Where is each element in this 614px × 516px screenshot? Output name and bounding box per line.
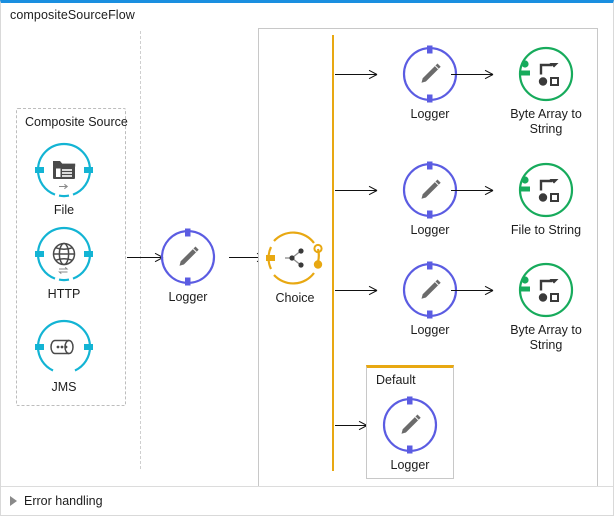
choice-branch-icon xyxy=(266,231,323,285)
choice-ring xyxy=(266,229,324,287)
composite-source-title: Composite Source xyxy=(25,115,128,129)
node-default-logger-label: Logger xyxy=(390,458,430,472)
logger-ring xyxy=(381,396,439,454)
transform-icon xyxy=(518,46,574,102)
arrow-head xyxy=(368,186,377,195)
jms-queue-icon xyxy=(35,319,93,372)
node-main-logger-label: Logger xyxy=(168,290,208,304)
node-http[interactable]: HTTP xyxy=(16,225,112,302)
transform-ring xyxy=(517,161,575,219)
node-transform-1[interactable]: Byte Array to String xyxy=(498,45,594,137)
arrow-head xyxy=(484,70,493,79)
arrow-head xyxy=(484,186,493,195)
arrow-rail-to-logger-1 xyxy=(335,70,377,79)
node-choice-label: Choice xyxy=(275,291,315,305)
transform-ring xyxy=(517,261,575,319)
error-handling-bar[interactable]: Error handling xyxy=(1,486,613,515)
logger-ring xyxy=(159,228,217,286)
http-ring xyxy=(35,225,93,283)
node-main-logger[interactable]: Logger xyxy=(140,228,236,305)
arrow-logger-to-transform-1 xyxy=(451,70,493,79)
node-file[interactable]: File xyxy=(16,141,112,218)
node-choice[interactable]: Choice xyxy=(247,229,343,306)
arrow-rail-to-logger-3 xyxy=(335,286,377,295)
triangle-right-icon[interactable] xyxy=(10,496,17,506)
arrow-head xyxy=(368,70,377,79)
node-transform-3[interactable]: Byte Array to String xyxy=(498,261,594,353)
node-default-logger[interactable]: Logger xyxy=(362,396,458,473)
pencil-icon xyxy=(160,228,216,286)
jms-ring xyxy=(35,318,93,376)
transform-icon xyxy=(518,262,574,318)
node-branch-logger-1-label: Logger xyxy=(410,107,450,121)
node-transform-1-label: Byte Array to String xyxy=(510,107,582,136)
arrow-head xyxy=(368,286,377,295)
arrow-head xyxy=(484,286,493,295)
node-branch-logger-3[interactable]: Logger xyxy=(382,261,478,338)
node-branch-logger-2-label: Logger xyxy=(410,223,450,237)
node-http-label: HTTP xyxy=(47,287,81,301)
default-branch-title: Default xyxy=(376,373,416,387)
file-ring xyxy=(35,141,93,199)
page-title: compositeSourceFlow xyxy=(10,8,135,22)
arrow-logger-to-transform-3 xyxy=(451,286,493,295)
node-transform-2[interactable]: File to String xyxy=(498,161,594,238)
arrow-logger-to-transform-2 xyxy=(451,186,493,195)
arrow-rail-to-logger-2 xyxy=(335,186,377,195)
node-jms[interactable]: JMS xyxy=(16,318,112,395)
node-branch-logger-3-label: Logger xyxy=(410,323,450,337)
file-icon xyxy=(35,142,93,198)
flow-canvas: compositeSourceFlow Composite Source Fil… xyxy=(0,0,614,516)
pencil-icon xyxy=(382,396,438,454)
transform-ring xyxy=(517,45,575,103)
globe-icon xyxy=(35,226,93,282)
node-file-label: File xyxy=(53,203,75,217)
node-transform-2-label: File to String xyxy=(510,223,582,237)
node-branch-logger-2[interactable]: Logger xyxy=(382,161,478,238)
node-jms-label: JMS xyxy=(51,380,77,394)
error-handling-label: Error handling xyxy=(24,494,103,508)
transform-icon xyxy=(518,162,574,218)
node-branch-logger-1[interactable]: Logger xyxy=(382,45,478,122)
node-transform-3-label: Byte Array to String xyxy=(510,323,582,352)
